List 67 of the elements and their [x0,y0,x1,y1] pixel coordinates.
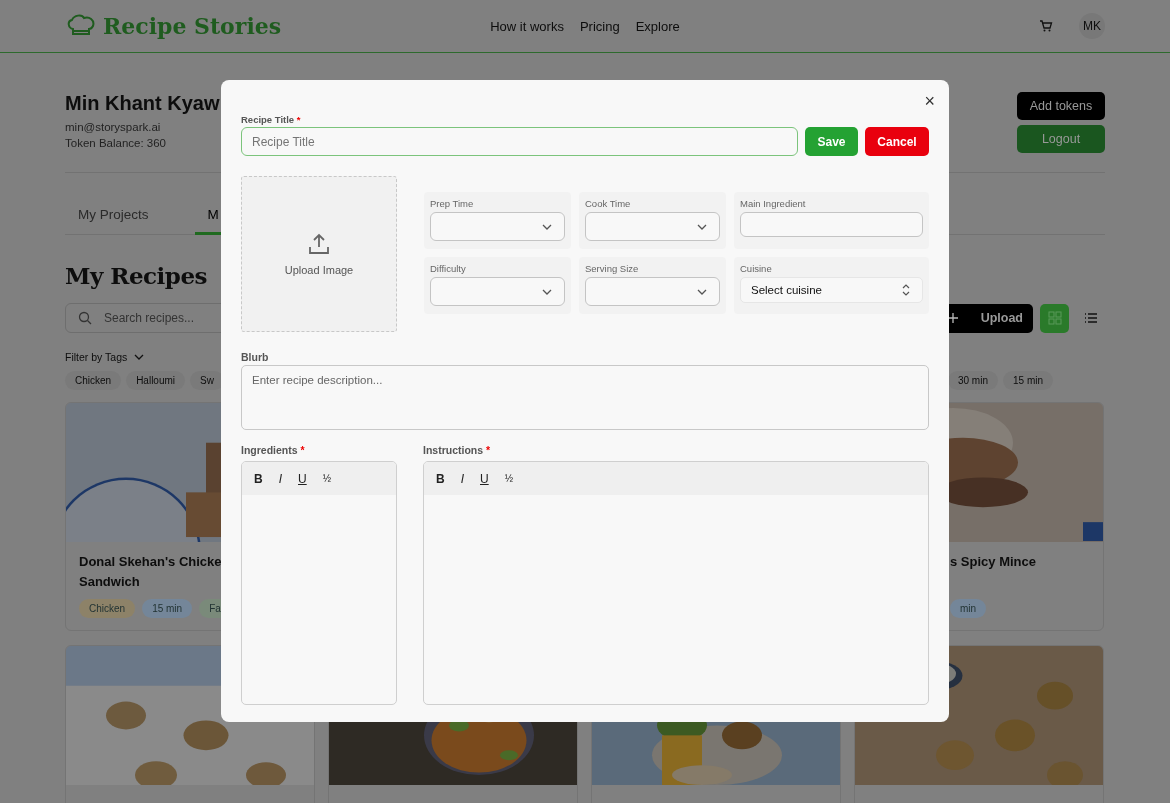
chef-hat-icon [65,14,97,38]
filter-tag[interactable]: Halloumi [126,371,186,390]
text-editor[interactable]: B I U ½ [423,461,929,705]
close-button[interactable]: × [924,92,935,110]
user-name: Min Khant Kyaw [65,92,220,115]
field-label: Cuisine [740,263,773,274]
list-icon [1083,312,1098,324]
token-balance: Token Balance: 360 [65,136,168,151]
recipe-title: s Spicy Mince [950,553,1037,571]
recipe-title: Donal Skehan's Chicke [79,553,223,571]
field-label: Prep Time [430,198,475,209]
page-heading: My Recipes [65,262,207,289]
field-label: Recipe Title [241,114,295,125]
chevron-down-icon [542,288,552,295]
format-button[interactable]: U [298,471,307,486]
tab[interactable]: My Projects [78,201,149,235]
up-down-icon [902,284,910,296]
search-icon [78,311,92,325]
required-mark: * [486,444,491,456]
format-button[interactable]: I [460,471,464,486]
recipe-title-field[interactable]: Recipe Title [241,127,798,156]
text-editor[interactable]: B I U ½ [241,461,397,705]
filter-tag[interactable]: Sw [190,371,224,390]
field-label: Ingredients [241,444,298,456]
field-label: Main Ingredient [740,198,807,209]
logout-button[interactable]: Logout [1017,125,1105,153]
text-field[interactable] [740,212,923,237]
format-button[interactable]: ½ [504,473,514,484]
format-button[interactable]: B [436,471,445,486]
chevron-down-icon [697,223,707,230]
field-label: Cook Time [585,198,632,209]
filter-dropdown[interactable]: Filter by Tags [65,351,145,363]
add-tokens-button[interactable]: Add tokens [1017,92,1105,120]
chevron-down-icon [697,288,707,295]
field-label: Instructions [423,444,484,456]
save-button[interactable]: Save [805,127,858,156]
format-button[interactable]: I [278,471,282,486]
field-label: Blurb [241,351,269,363]
grid-icon [1047,311,1062,325]
filter-tag[interactable]: 15 min [1003,371,1053,390]
user-email: min@storyspark.ai [65,120,162,135]
nav-link[interactable]: Explore [635,18,680,34]
format-button[interactable]: B [254,471,263,486]
cart-icon[interactable] [1039,19,1053,33]
chevron-down-icon [134,354,145,360]
filter-tag[interactable]: 30 min [947,371,998,390]
description-field[interactable]: Enter recipe description... [241,365,929,430]
plus-icon [946,312,959,324]
filter-tag[interactable]: Chicken [65,371,122,390]
nav-link[interactable]: How it works [490,18,564,34]
cancel-button[interactable]: Cancel [865,127,929,156]
image-upload-area[interactable]: Upload Image [241,176,397,332]
recipe-tag: Chicken [79,599,136,618]
user-avatar[interactable]: MK [1079,13,1105,39]
upload-icon [307,232,331,256]
nav-link[interactable]: Pricing [579,18,620,34]
field-label: Difficulty [430,263,467,274]
required-mark: * [300,444,305,456]
format-button[interactable]: U [480,471,489,486]
field-label: Serving Size [585,263,640,274]
recipe-tag: min [950,599,987,618]
recipe-title: Sandwich [79,573,141,591]
recipe-tag: 15 min [142,599,193,618]
cuisine-dropdown[interactable]: Select cuisine [740,277,923,303]
format-button[interactable]: ½ [322,473,332,484]
required-mark: * [296,114,301,125]
chevron-down-icon [542,223,552,230]
